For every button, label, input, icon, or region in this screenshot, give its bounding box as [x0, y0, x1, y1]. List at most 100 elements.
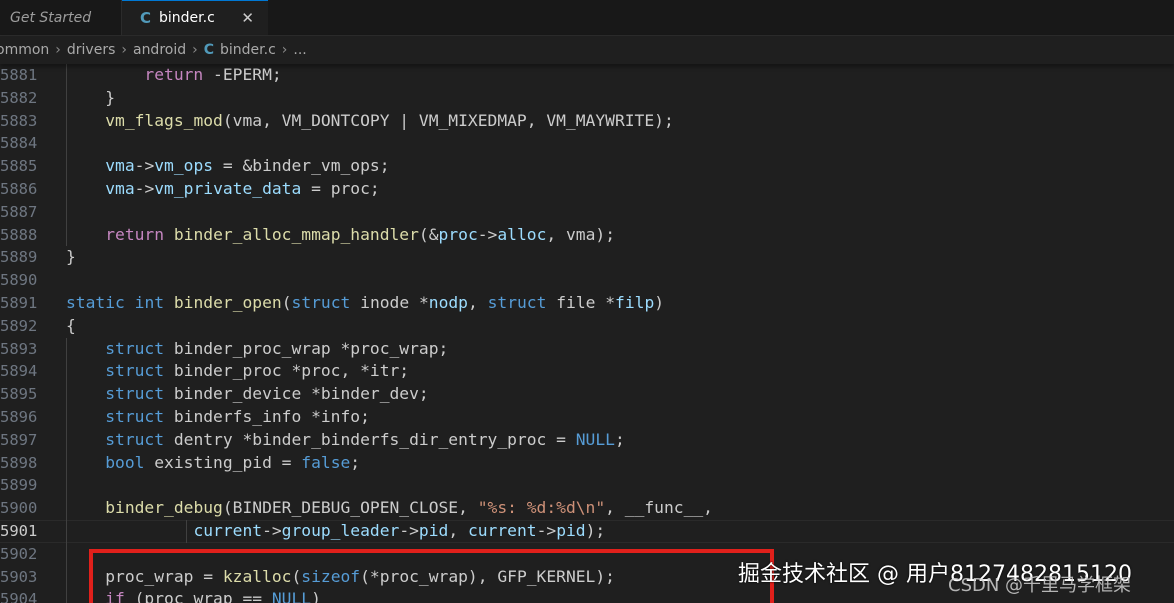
c-file-icon: C: [140, 9, 152, 27]
code-token: binder_debug: [105, 498, 223, 518]
line-number: 5904: [0, 590, 38, 603]
breadcrumb-item-common[interactable]: ommon: [0, 42, 49, 58]
code-token: binderfs_info *info;: [164, 406, 370, 426]
line-number: 5883: [0, 111, 38, 130]
code-token: , __func__,: [605, 498, 713, 518]
chevron-right-icon: ›: [192, 42, 198, 58]
code-token: nodp: [428, 292, 468, 312]
code-line[interactable]: [66, 132, 1174, 155]
code-line[interactable]: }: [66, 246, 1174, 269]
code-token: ->: [134, 156, 155, 176]
line-number: 5881: [0, 66, 38, 84]
code-token: file *: [546, 292, 616, 312]
code-token: return: [105, 224, 165, 244]
code-line[interactable]: vma->vm_private_data = proc;: [66, 178, 1174, 201]
close-icon[interactable]: ✕: [241, 9, 254, 27]
line-number: 5898: [0, 453, 38, 472]
line-number: 5900: [0, 499, 38, 518]
code-token: ): [654, 292, 665, 312]
code-token: dentry *binder_binderfs_dir_entry_proc =: [164, 429, 576, 449]
code-line[interactable]: return -EPERM;: [66, 64, 1174, 87]
tab-get-started[interactable]: Get Started: [0, 0, 122, 35]
code-line[interactable]: struct dentry *binder_binderfs_dir_entry…: [66, 429, 1174, 452]
code-token: struct: [105, 384, 165, 404]
line-number: 5890: [0, 271, 38, 290]
code-token: struct: [105, 429, 165, 449]
code-token: ->: [262, 520, 282, 540]
code-line[interactable]: [66, 269, 1174, 292]
code-token: struct: [105, 361, 165, 381]
indent-guide: [186, 520, 187, 543]
code-token: ->: [536, 520, 557, 540]
code-line[interactable]: [66, 474, 1174, 497]
code-line[interactable]: binder_debug(BINDER_DEBUG_OPEN_CLOSE, "%…: [66, 497, 1174, 520]
tab-label: Get Started: [10, 9, 92, 26]
tab-label: binder.c: [159, 10, 215, 26]
line-number: 5887: [0, 202, 38, 221]
code-token: }: [66, 247, 76, 267]
code-line[interactable]: return binder_alloc_mmap_handler(&proc->…: [66, 224, 1174, 247]
code-token: existing_pid =: [144, 452, 302, 472]
breadcrumb-item-drivers[interactable]: drivers: [67, 42, 115, 58]
code-token: ;: [350, 452, 361, 472]
line-number: 5895: [0, 385, 38, 404]
watermark-csdn: CSDN @千里马学框架: [948, 575, 1132, 596]
code-token: = proc;: [301, 178, 380, 198]
code-line[interactable]: struct binderfs_info *info;: [66, 406, 1174, 429]
code-token: {: [66, 315, 76, 335]
code-token: pid: [556, 520, 586, 540]
code-token: struct: [487, 292, 547, 312]
code-token: (BINDER_DEBUG_OPEN_CLOSE,: [222, 498, 478, 518]
code-token: bool: [105, 452, 145, 472]
code-token: ->: [477, 224, 498, 244]
line-number: 5893: [0, 339, 38, 358]
code-area[interactable]: return -EPERM; } vm_flags_mod(vma, VM_DO…: [0, 64, 1174, 603]
code-token: "%s: %d:%d\n": [477, 498, 606, 518]
code-token: inode *: [350, 292, 429, 312]
code-token: int: [134, 292, 165, 312]
code-line[interactable]: }: [66, 87, 1174, 110]
code-line[interactable]: [66, 201, 1174, 224]
breadcrumb-item-android[interactable]: android: [133, 42, 186, 58]
code-line[interactable]: static int binder_open(struct inode *nod…: [66, 292, 1174, 315]
line-number: 5902: [0, 544, 38, 563]
breadcrumb-ellipsis[interactable]: ...: [293, 42, 306, 58]
code-token: , vma);: [546, 224, 615, 244]
code-line[interactable]: bool existing_pid = false;: [66, 452, 1174, 475]
code-line[interactable]: struct binder_proc_wrap *proc_wrap;: [66, 338, 1174, 361]
code-line[interactable]: struct binder_proc *proc, *itr;: [66, 360, 1174, 383]
code-token: (vma, VM_DONTCOPY | VM_MIXEDMAP, VM_MAYW…: [222, 110, 674, 130]
code-token: binder_open: [173, 292, 282, 312]
code-token: );: [585, 520, 606, 540]
indent-guide: [66, 337, 67, 603]
code-line[interactable]: vma->vm_ops = &binder_vm_ops;: [66, 155, 1174, 178]
code-line[interactable]: current->group_leader->pid, current->pid…: [0, 519, 1174, 543]
breadcrumb-item-file[interactable]: binder.c: [220, 42, 276, 58]
tab-binder-c[interactable]: C binder.c ✕: [122, 0, 268, 35]
chevron-right-icon: ›: [281, 42, 288, 58]
code-token: pid: [418, 520, 449, 540]
line-number: 5899: [0, 476, 38, 495]
code-token: ,: [467, 292, 488, 312]
code-editor[interactable]: 5881 5882 5883 5884 5885 5886 5887 5888 5889 5890…: [0, 64, 1174, 603]
code-token: -EPERM;: [203, 65, 282, 84]
code-token: current: [193, 520, 263, 540]
code-line[interactable]: vm_flags_mod(vma, VM_DONTCOPY | VM_MIXED…: [66, 110, 1174, 133]
code-token: (&: [418, 224, 439, 244]
code-token: ->: [134, 178, 155, 198]
indent-guide: [66, 64, 67, 247]
code-token: struct: [105, 338, 165, 358]
code-line[interactable]: struct binder_device *binder_dev;: [66, 383, 1174, 406]
code-token: ->: [399, 520, 419, 540]
line-number: 5892: [0, 316, 38, 335]
code-line[interactable]: {: [66, 315, 1174, 338]
